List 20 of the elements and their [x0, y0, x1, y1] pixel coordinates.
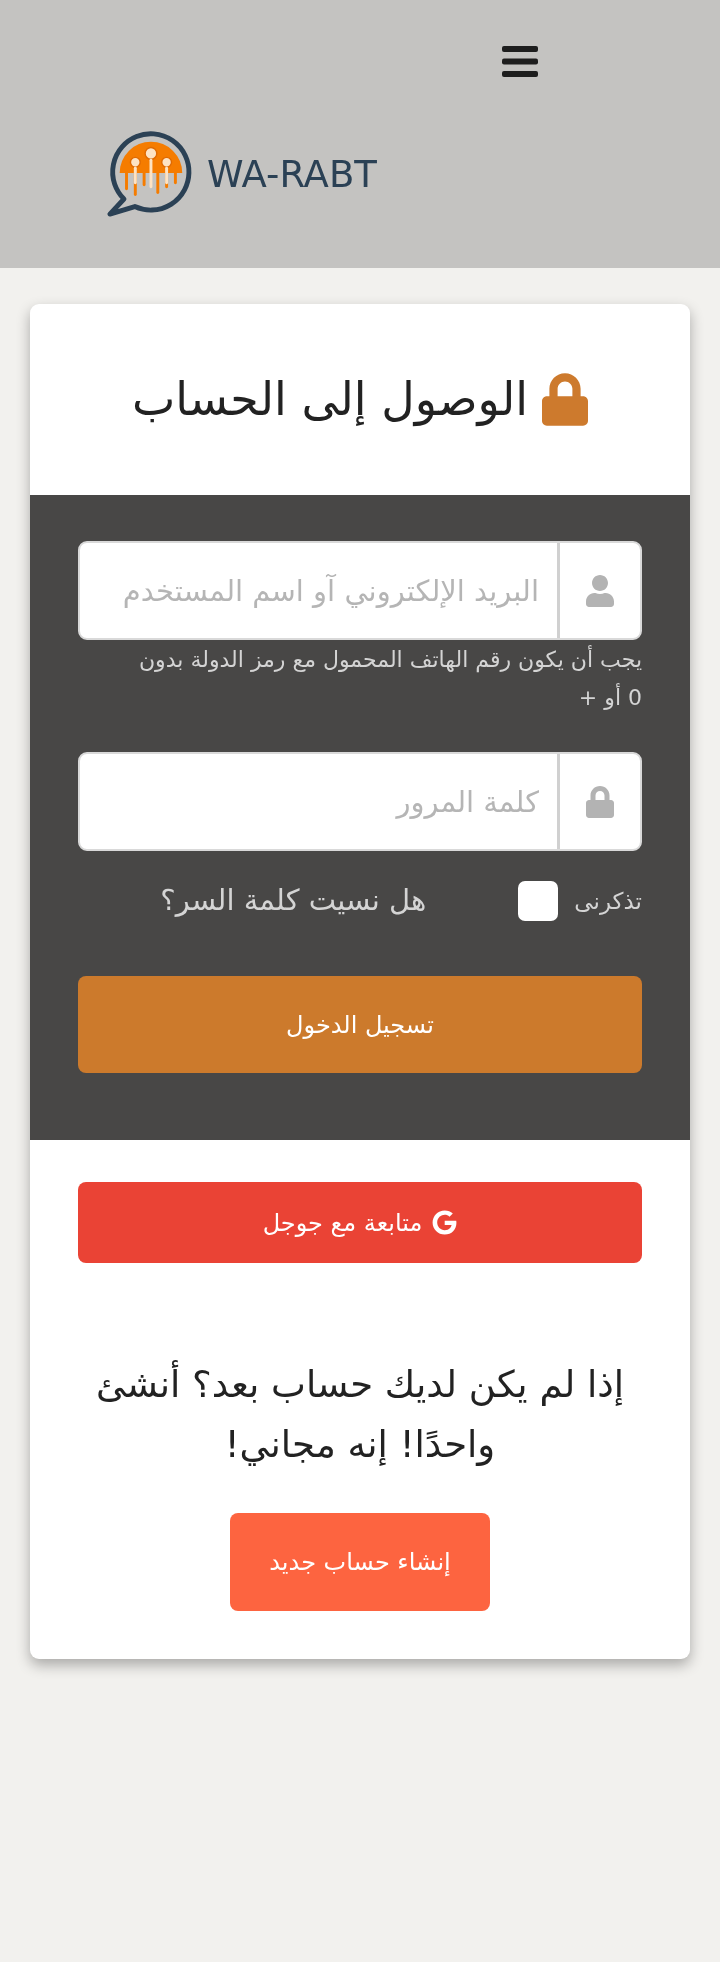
password-input[interactable]: كلمة المرور — [80, 754, 557, 849]
card-title: الوصول إلى الحساب — [132, 371, 528, 429]
menu-icon[interactable] — [502, 46, 538, 77]
user-icon — [584, 574, 616, 607]
password-field[interactable]: كلمة المرور — [78, 752, 642, 851]
google-button[interactable]: متابعة مع جوجل — [78, 1182, 642, 1263]
username-field[interactable]: البريد الإلكتروني آو اسم المستخدم — [78, 541, 642, 640]
remember-label: تذكرنى — [574, 886, 642, 917]
login-button[interactable]: تسجيل الدخول — [78, 976, 642, 1073]
create-account-button[interactable]: إنشاء حساب جديد — [230, 1513, 490, 1611]
forgot-password-link[interactable]: هل نسيت كلمة السر؟ — [160, 879, 427, 923]
signup-prompt: إذا لم يكن لديك حساب بعد؟ أنشئ واحدًا! إنه مجاني! — [78, 1355, 642, 1475]
remember-checkbox[interactable] — [518, 881, 559, 921]
field-hint: يجب أن يكون رقم الهاتف المحمول مع رمز الدولة بدون 0 أو + — [137, 644, 642, 712]
brand-name: WA-RABT — [207, 155, 377, 193]
lock-icon — [542, 373, 588, 426]
lock-icon — [584, 785, 616, 818]
logo-icon — [105, 130, 193, 218]
g-logo-icon — [432, 1210, 458, 1235]
username-input[interactable]: البريد الإلكتروني آو اسم المستخدم — [80, 543, 557, 638]
